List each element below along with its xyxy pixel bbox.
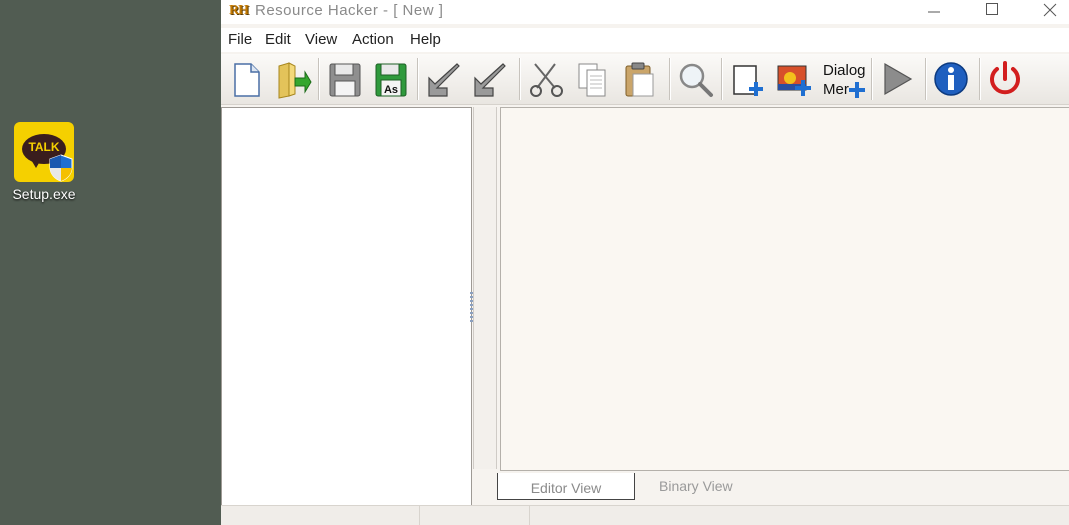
add-image-button[interactable] bbox=[775, 58, 815, 100]
paste-button[interactable] bbox=[619, 58, 659, 100]
resource-hacker-window: RH Resource Hacker - [ New ] File Edit V… bbox=[221, 0, 1069, 525]
menu-help[interactable]: Help bbox=[410, 31, 441, 48]
tab-binary-view[interactable]: Binary View bbox=[659, 478, 733, 494]
menu-label: Mer bbox=[823, 81, 849, 98]
menu-edit[interactable]: Edit bbox=[265, 31, 291, 48]
dialog-label: Dialog bbox=[823, 62, 866, 79]
back-button[interactable] bbox=[425, 58, 465, 100]
tab-editor-view[interactable]: Editor View bbox=[497, 473, 635, 500]
save-icon bbox=[329, 63, 361, 97]
menu-view[interactable]: View bbox=[305, 31, 337, 48]
exit-button[interactable] bbox=[985, 58, 1025, 100]
cut-icon bbox=[530, 63, 563, 97]
forward-button[interactable] bbox=[471, 58, 511, 100]
maximize-icon bbox=[986, 3, 998, 15]
save-button[interactable] bbox=[325, 58, 365, 100]
minimize-button[interactable] bbox=[911, 0, 957, 24]
minimize-icon bbox=[928, 11, 940, 13]
close-icon bbox=[1043, 3, 1057, 17]
new-file-icon bbox=[234, 63, 260, 97]
dialog-merge-icon: Dialog Mer bbox=[823, 62, 866, 98]
compile-run-button[interactable] bbox=[877, 58, 917, 100]
menu-file[interactable]: File bbox=[228, 31, 252, 48]
paste-icon bbox=[625, 62, 654, 97]
desktop-icon-setup[interactable]: TALK Setup.exe bbox=[4, 122, 84, 202]
uac-shield-icon bbox=[49, 154, 73, 182]
arrow-forward-icon bbox=[474, 63, 506, 97]
open-folder-icon bbox=[278, 62, 312, 99]
about-button[interactable] bbox=[931, 58, 971, 100]
talk-logo-text: TALK bbox=[28, 140, 60, 154]
add-blank-resource-icon bbox=[733, 65, 763, 96]
cut-button[interactable] bbox=[527, 58, 567, 100]
compile-run-icon bbox=[884, 62, 913, 96]
status-segment bbox=[419, 506, 420, 525]
vertical-splitter[interactable] bbox=[473, 107, 497, 469]
window-title: Resource Hacker - [ New ] bbox=[255, 2, 444, 19]
add-resource-button[interactable] bbox=[729, 58, 769, 100]
save-as-icon: As bbox=[375, 63, 407, 97]
toolbar: As Dialog Mer bbox=[221, 54, 1069, 105]
copy-button[interactable] bbox=[573, 58, 613, 100]
desktop-icon-caption: Setup.exe bbox=[12, 186, 76, 202]
save-as-button[interactable]: As bbox=[371, 58, 411, 100]
menu-action[interactable]: Action bbox=[352, 31, 394, 48]
status-bar bbox=[221, 505, 1069, 525]
resource-tree-pane[interactable] bbox=[221, 107, 472, 506]
arrow-back-icon bbox=[428, 63, 460, 97]
search-icon bbox=[679, 63, 713, 97]
maximize-button[interactable] bbox=[969, 0, 1015, 24]
find-button[interactable] bbox=[675, 58, 715, 100]
dialog-merger-button[interactable]: Dialog Mer bbox=[821, 58, 867, 100]
view-tabs: Editor View Binary View bbox=[473, 472, 1069, 502]
kakaotalk-setup-icon: TALK bbox=[14, 122, 74, 182]
copy-icon bbox=[578, 63, 606, 97]
new-button[interactable] bbox=[227, 58, 267, 100]
close-button[interactable] bbox=[1027, 0, 1069, 24]
status-segment bbox=[529, 506, 530, 525]
app-logo: RH bbox=[229, 3, 249, 18]
info-icon bbox=[934, 62, 968, 96]
menu-bar: File Edit View Action Help bbox=[221, 28, 1069, 52]
save-as-label: As bbox=[384, 84, 398, 96]
editor-pane[interactable] bbox=[500, 107, 1069, 471]
title-bar[interactable]: RH Resource Hacker - [ New ] bbox=[221, 0, 1069, 24]
open-button[interactable] bbox=[273, 58, 313, 100]
add-image-resource-icon bbox=[777, 65, 811, 96]
exit-icon bbox=[990, 61, 1020, 95]
